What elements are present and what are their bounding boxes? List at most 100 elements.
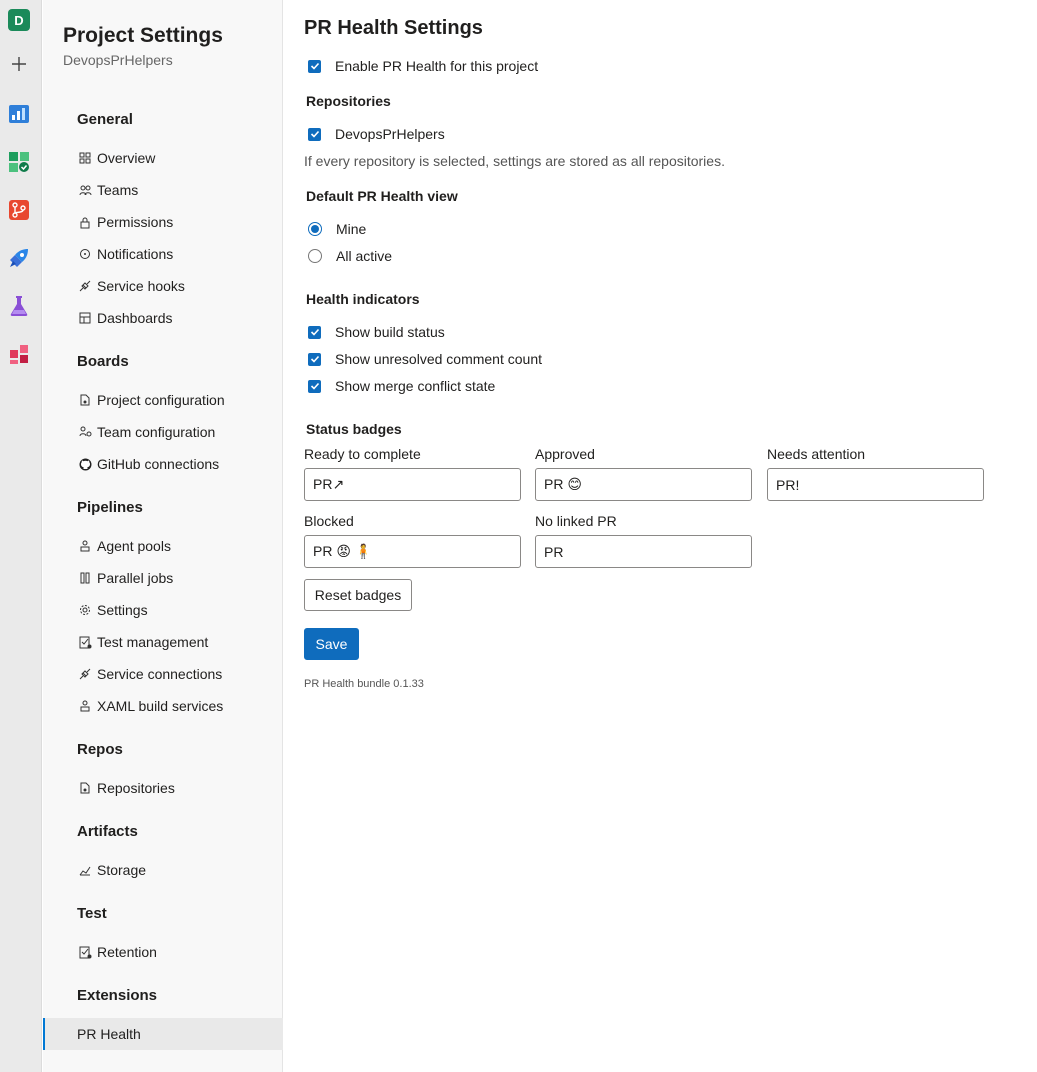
- overview-icon: [77, 150, 93, 166]
- chat-bubble-icon: [77, 246, 93, 262]
- save-button[interactable]: Save: [304, 628, 359, 660]
- nav-item-service-connections[interactable]: Service connections: [77, 663, 222, 685]
- nav-project-name: DevopsPrHelpers: [63, 52, 173, 68]
- nav-section-pipelines: Pipelines: [77, 499, 143, 516]
- health-indicators-heading: Health indicators: [306, 291, 420, 307]
- status-badges-heading: Status badges: [306, 421, 402, 437]
- nav-section-test: Test: [77, 905, 107, 922]
- show-build-status-checkbox[interactable]: Show build status: [304, 324, 445, 340]
- boards-icon[interactable]: [7, 150, 31, 174]
- nav-item-label: Team configuration: [97, 424, 216, 440]
- nolink-badge-input[interactable]: PR: [535, 535, 752, 568]
- nav-item-overview[interactable]: Overview: [77, 147, 155, 169]
- document-gear-icon: [77, 780, 93, 796]
- nav-title: Project Settings: [63, 24, 223, 47]
- document-gear-icon: [77, 392, 93, 408]
- nav-item-label: Parallel jobs: [97, 570, 174, 586]
- show-merge-conflict-checkbox[interactable]: Show merge conflict state: [304, 378, 495, 394]
- nav-item-test-management[interactable]: Test management: [77, 631, 208, 653]
- nav-item-label: Repositories: [97, 780, 175, 796]
- checkbox-label: Show unresolved comment count: [335, 351, 542, 367]
- nav-item-label: Service hooks: [97, 278, 185, 294]
- checkbox-checked-icon: [308, 325, 321, 339]
- nav-item-team-configuration[interactable]: Team configuration: [77, 421, 215, 443]
- nav-item-label: Settings: [97, 602, 148, 618]
- radio-label: Mine: [336, 221, 367, 237]
- org-avatar[interactable]: D: [8, 9, 30, 31]
- nav-item-label: Overview: [97, 150, 156, 166]
- nav-section-boards: Boards: [77, 353, 129, 370]
- nav-item-github-connections[interactable]: GitHub connections: [77, 453, 219, 475]
- radio-label: All active: [336, 248, 393, 264]
- nav-item-pr-health[interactable]: PR Health: [43, 1018, 283, 1050]
- checkbox-checked-icon: [308, 379, 321, 393]
- overview-icon[interactable]: [7, 102, 31, 126]
- nav-item-label: Notifications: [97, 246, 174, 262]
- checklist-icon: [77, 634, 93, 650]
- blocked-badge-label: Blocked: [304, 513, 354, 529]
- nav-item-label: Test management: [97, 634, 209, 650]
- nav-item-xaml-build-services[interactable]: XAML build services: [77, 695, 223, 717]
- settings-nav: Project Settings DevopsPrHelpers General…: [43, 0, 283, 1072]
- checkbox-label: Show build status: [335, 324, 445, 340]
- default-view-heading: Default PR Health view: [306, 188, 458, 204]
- test-plans-icon[interactable]: [7, 294, 31, 318]
- nav-item-label: Dashboards: [97, 310, 173, 326]
- parallel-icon: [77, 570, 93, 586]
- pipelines-icon[interactable]: [7, 246, 31, 270]
- nav-section-artifacts: Artifacts: [77, 823, 138, 840]
- nav-item-agent-pools[interactable]: Agent pools: [77, 535, 171, 557]
- nav-item-label: Service connections: [97, 666, 223, 682]
- ready-badge-input[interactable]: PR↗: [304, 468, 521, 501]
- approved-badge-input[interactable]: PR 😊: [535, 468, 752, 501]
- nav-item-label: Agent pools: [97, 538, 171, 554]
- radio-selected-icon: [308, 222, 322, 236]
- repositories-heading: Repositories: [306, 93, 391, 109]
- nav-item-settings[interactable]: Settings: [77, 599, 148, 621]
- nav-item-storage[interactable]: Storage: [77, 859, 146, 881]
- nav-item-service-hooks[interactable]: Service hooks: [77, 275, 185, 297]
- nav-item-teams[interactable]: Teams: [77, 179, 138, 201]
- plus-icon[interactable]: [7, 52, 31, 76]
- nav-item-parallel-jobs[interactable]: Parallel jobs: [77, 567, 173, 589]
- gear-icon: [77, 602, 93, 618]
- repo-hint: If every repository is selected, setting…: [304, 153, 725, 169]
- nav-item-label: GitHub connections: [97, 456, 220, 472]
- blocked-badge-input[interactable]: PR 😡 🧍: [304, 535, 521, 568]
- nav-item-notifications[interactable]: Notifications: [77, 243, 173, 265]
- checkbox-checked-icon: [308, 127, 321, 141]
- show-comment-count-checkbox[interactable]: Show unresolved comment count: [304, 351, 542, 367]
- nav-item-repositories[interactable]: Repositories: [77, 777, 175, 799]
- checkbox-checked-icon: [308, 59, 321, 73]
- reset-badges-button[interactable]: Reset badges: [304, 579, 412, 611]
- checkbox-label: Enable PR Health for this project: [335, 58, 539, 74]
- attention-badge-label: Needs attention: [767, 446, 866, 462]
- enable-pr-health-checkbox[interactable]: Enable PR Health for this project: [304, 58, 538, 74]
- checkbox-label: DevopsPrHelpers: [335, 126, 445, 142]
- repos-icon[interactable]: [7, 198, 31, 222]
- checklist-icon: [77, 944, 93, 960]
- nav-section-repos: Repos: [77, 741, 123, 758]
- repo-checkbox[interactable]: DevopsPrHelpers: [304, 126, 445, 142]
- nav-item-permissions[interactable]: Permissions: [77, 211, 173, 233]
- nav-item-dashboards[interactable]: Dashboards: [77, 307, 173, 329]
- checkbox-checked-icon: [308, 352, 321, 366]
- teams-icon: [77, 182, 93, 198]
- agent-icon: [77, 538, 93, 554]
- attention-badge-input[interactable]: PR!: [767, 468, 984, 501]
- plug-icon: [77, 666, 93, 682]
- nav-item-label: XAML build services: [97, 698, 224, 714]
- nav-item-retention[interactable]: Retention: [77, 941, 157, 963]
- checkbox-label: Show merge conflict state: [335, 378, 496, 394]
- artifacts-icon[interactable]: [7, 342, 31, 366]
- ready-badge-label: Ready to complete: [304, 446, 421, 462]
- nav-item-label: PR Health: [77, 1026, 141, 1042]
- nav-section-general: General: [77, 111, 133, 128]
- view-option-mine-radio[interactable]: Mine: [304, 221, 366, 237]
- radio-unselected-icon: [308, 249, 322, 263]
- nav-item-label: Project configuration: [97, 392, 225, 408]
- nav-item-project-configuration[interactable]: Project configuration: [77, 389, 225, 411]
- lock-icon: [77, 214, 93, 230]
- app-rail: D: [0, 0, 42, 1072]
- view-option-all-active-radio[interactable]: All active: [304, 248, 392, 264]
